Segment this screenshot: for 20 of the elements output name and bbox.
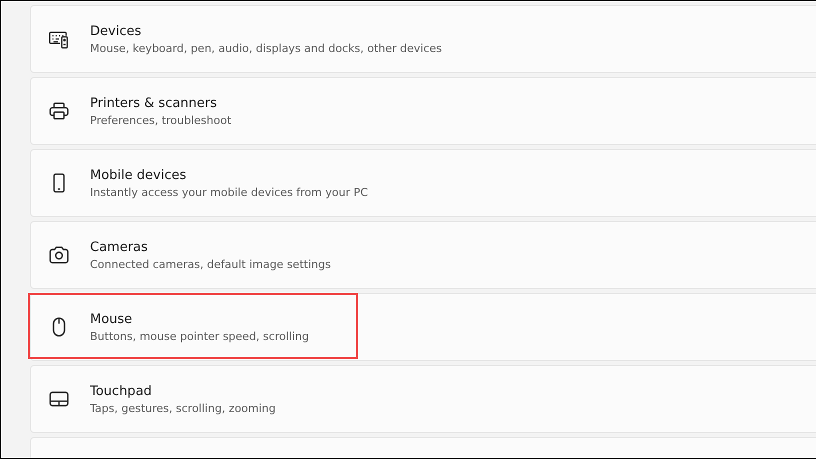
item-title: Devices — [90, 24, 142, 38]
settings-card[interactable]: Cameras Connected cameras, default image settings — [30, 221, 816, 289]
settings-card[interactable]: Mobile devices Instantly access your mobile devices from your PC — [30, 149, 816, 217]
item-description: Instantly access your mobile devices from your PC — [90, 186, 368, 198]
item-description: Connected cameras, default image settings — [90, 258, 331, 270]
item-title: Cameras — [90, 240, 149, 254]
settings-card[interactable]: Devices Mouse, keyboard, pen, audio, displays and docks, other devices — [30, 5, 816, 73]
item-title: Touchpad — [90, 384, 153, 398]
item-description: Buttons, mouse pointer speed, scrolling — [90, 330, 309, 342]
item-title: Mouse — [90, 312, 134, 326]
camera-icon — [48, 244, 70, 266]
settings-card[interactable]: Touchpad Taps, gestures, scrolling, zooming — [30, 365, 816, 433]
settings-card[interactable]: Printers & scanners Preferences, troubleshoot — [30, 77, 816, 145]
settings-card[interactable]: Mouse Buttons, mouse pointer speed, scrolling — [30, 293, 816, 361]
item-title: Printers & scanners — [90, 96, 218, 110]
item-description: Mouse, keyboard, pen, audio, displays and docks, other devices — [90, 42, 442, 54]
item-description: Preferences, troubleshoot — [90, 114, 232, 126]
item-description: Taps, gestures, scrolling, zooming — [90, 402, 276, 414]
item-title: Mobile devices — [90, 168, 188, 182]
printer-icon — [48, 100, 70, 122]
